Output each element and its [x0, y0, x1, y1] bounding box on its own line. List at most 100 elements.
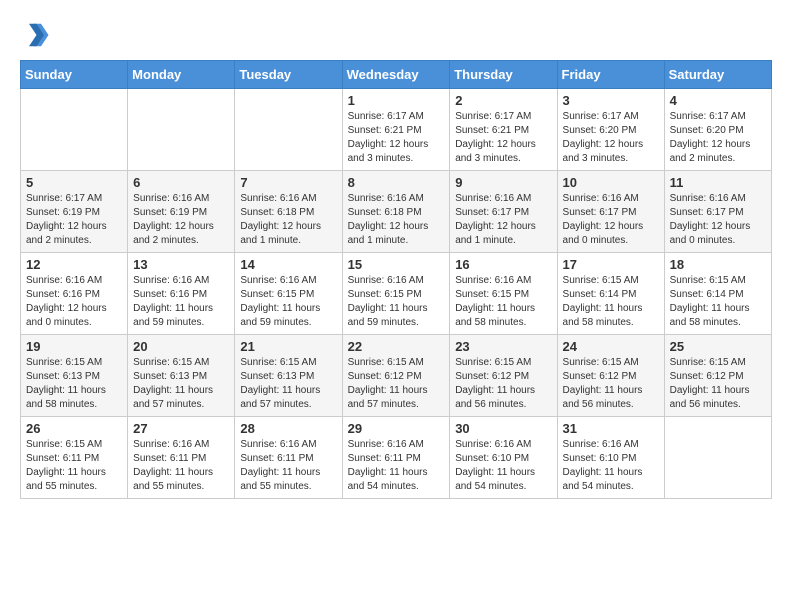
calendar-cell: 20 Sunrise: 6:15 AM Sunset: 6:13 PM Dayli…	[128, 335, 235, 417]
calendar-cell: 12Sunrise: 6:16 AM Sunset: 6:16 PM Dayli…	[21, 253, 128, 335]
calendar-cell: 21Sunrise: 6:15 AM Sunset: 6:13 PM Dayli…	[235, 335, 342, 417]
calendar-cell: 11 Sunrise: 6:16 AM Sunset: 6:17 PM Dayli…	[664, 171, 771, 253]
day-number: 28	[240, 421, 336, 436]
weekday-header: Saturday	[664, 61, 771, 89]
day-info: Sunrise: 6:15 AM Sunset: 6:12 PM Dayligh…	[455, 356, 551, 412]
calendar-week: 1Sunrise: 6:17 AM Sunset: 6:21 PM Daylig…	[21, 89, 772, 171]
day-info: Sunrise: 6:16 AM Sunset: 6:17 PM Dayligh…	[670, 192, 766, 248]
day-info: Sunrise: 6:17 AM Sunset: 6:21 PM Dayligh…	[348, 110, 445, 166]
calendar-cell: 26Sunrise: 6:15 AM Sunset: 6:11 PM Dayli…	[21, 417, 128, 499]
calendar: SundayMondayTuesdayWednesdayThursdayFrid…	[20, 60, 772, 499]
calendar-cell: 4 Sunrise: 6:17 AM Sunset: 6:20 PM Daylig…	[664, 89, 771, 171]
page-header	[20, 20, 772, 50]
calendar-cell: 22 Sunrise: 6:15 AM Sunset: 6:12 PM Dayli…	[342, 335, 450, 417]
calendar-cell	[235, 89, 342, 171]
weekday-header: Monday	[128, 61, 235, 89]
calendar-cell: 28 Sunrise: 6:16 AM Sunset: 6:11 PM Dayli…	[235, 417, 342, 499]
day-number: 3	[563, 93, 659, 108]
day-number: 6	[133, 175, 229, 190]
logo-icon	[20, 20, 50, 50]
calendar-week: 12Sunrise: 6:16 AM Sunset: 6:16 PM Dayli…	[21, 253, 772, 335]
day-number: 21	[240, 339, 336, 354]
day-number: 22	[348, 339, 445, 354]
day-info: Sunrise: 6:16 AM Sunset: 6:15 PM Dayligh…	[348, 274, 445, 330]
day-number: 20	[133, 339, 229, 354]
day-info: Sunrise: 6:16 AM Sunset: 6:10 PM Dayligh…	[455, 438, 551, 494]
day-info: Sunrise: 6:15 AM Sunset: 6:12 PM Dayligh…	[563, 356, 659, 412]
day-info: Sunrise: 6:15 AM Sunset: 6:12 PM Dayligh…	[348, 356, 445, 412]
day-number: 19	[26, 339, 122, 354]
calendar-cell: 30 Sunrise: 6:16 AM Sunset: 6:10 PM Dayli…	[450, 417, 557, 499]
day-info: Sunrise: 6:17 AM Sunset: 6:19 PM Dayligh…	[26, 192, 122, 248]
calendar-cell: 15 Sunrise: 6:16 AM Sunset: 6:15 PM Dayli…	[342, 253, 450, 335]
calendar-cell	[664, 417, 771, 499]
day-number: 13	[133, 257, 229, 272]
day-number: 16	[455, 257, 551, 272]
day-info: Sunrise: 6:16 AM Sunset: 6:18 PM Dayligh…	[348, 192, 445, 248]
day-info: Sunrise: 6:17 AM Sunset: 6:20 PM Dayligh…	[670, 110, 766, 166]
day-number: 23	[455, 339, 551, 354]
calendar-cell: 27 Sunrise: 6:16 AM Sunset: 6:11 PM Dayli…	[128, 417, 235, 499]
calendar-cell: 17 Sunrise: 6:15 AM Sunset: 6:14 PM Dayli…	[557, 253, 664, 335]
day-number: 9	[455, 175, 551, 190]
day-number: 2	[455, 93, 551, 108]
day-number: 11	[670, 175, 766, 190]
day-number: 18	[670, 257, 766, 272]
calendar-cell: 8 Sunrise: 6:16 AM Sunset: 6:18 PM Daylig…	[342, 171, 450, 253]
day-number: 15	[348, 257, 445, 272]
day-number: 10	[563, 175, 659, 190]
calendar-cell: 13 Sunrise: 6:16 AM Sunset: 6:16 PM Dayli…	[128, 253, 235, 335]
calendar-cell: 16 Sunrise: 6:16 AM Sunset: 6:15 PM Dayli…	[450, 253, 557, 335]
day-number: 4	[670, 93, 766, 108]
calendar-cell: 6Sunrise: 6:16 AM Sunset: 6:19 PM Daylig…	[128, 171, 235, 253]
day-info: Sunrise: 6:16 AM Sunset: 6:18 PM Dayligh…	[240, 192, 336, 248]
day-number: 29	[348, 421, 445, 436]
logo	[20, 20, 54, 50]
day-info: Sunrise: 6:16 AM Sunset: 6:15 PM Dayligh…	[455, 274, 551, 330]
day-info: Sunrise: 6:16 AM Sunset: 6:11 PM Dayligh…	[133, 438, 229, 494]
day-info: Sunrise: 6:16 AM Sunset: 6:16 PM Dayligh…	[26, 274, 122, 330]
calendar-week: 5Sunrise: 6:17 AM Sunset: 6:19 PM Daylig…	[21, 171, 772, 253]
weekday-header: Tuesday	[235, 61, 342, 89]
day-info: Sunrise: 6:15 AM Sunset: 6:14 PM Dayligh…	[563, 274, 659, 330]
calendar-cell: 25 Sunrise: 6:15 AM Sunset: 6:12 PM Dayli…	[664, 335, 771, 417]
weekday-header-row: SundayMondayTuesdayWednesdayThursdayFrid…	[21, 61, 772, 89]
day-number: 31	[563, 421, 659, 436]
calendar-cell: 31 Sunrise: 6:16 AM Sunset: 6:10 PM Dayli…	[557, 417, 664, 499]
calendar-cell: 2 Sunrise: 6:17 AM Sunset: 6:21 PM Daylig…	[450, 89, 557, 171]
calendar-body: 1Sunrise: 6:17 AM Sunset: 6:21 PM Daylig…	[21, 89, 772, 499]
calendar-cell: 10 Sunrise: 6:16 AM Sunset: 6:17 PM Dayli…	[557, 171, 664, 253]
day-info: Sunrise: 6:17 AM Sunset: 6:21 PM Dayligh…	[455, 110, 551, 166]
day-number: 17	[563, 257, 659, 272]
day-number: 25	[670, 339, 766, 354]
calendar-cell: 14Sunrise: 6:16 AM Sunset: 6:15 PM Dayli…	[235, 253, 342, 335]
calendar-cell: 7 Sunrise: 6:16 AM Sunset: 6:18 PM Daylig…	[235, 171, 342, 253]
day-info: Sunrise: 6:16 AM Sunset: 6:11 PM Dayligh…	[348, 438, 445, 494]
calendar-cell: 1Sunrise: 6:17 AM Sunset: 6:21 PM Daylig…	[342, 89, 450, 171]
day-info: Sunrise: 6:15 AM Sunset: 6:12 PM Dayligh…	[670, 356, 766, 412]
day-info: Sunrise: 6:16 AM Sunset: 6:17 PM Dayligh…	[563, 192, 659, 248]
day-info: Sunrise: 6:16 AM Sunset: 6:11 PM Dayligh…	[240, 438, 336, 494]
calendar-cell: 29 Sunrise: 6:16 AM Sunset: 6:11 PM Dayli…	[342, 417, 450, 499]
day-info: Sunrise: 6:17 AM Sunset: 6:20 PM Dayligh…	[563, 110, 659, 166]
day-number: 8	[348, 175, 445, 190]
weekday-header: Sunday	[21, 61, 128, 89]
day-number: 30	[455, 421, 551, 436]
day-info: Sunrise: 6:16 AM Sunset: 6:15 PM Dayligh…	[240, 274, 336, 330]
day-info: Sunrise: 6:16 AM Sunset: 6:16 PM Dayligh…	[133, 274, 229, 330]
calendar-cell: 9Sunrise: 6:16 AM Sunset: 6:17 PM Daylig…	[450, 171, 557, 253]
day-number: 26	[26, 421, 122, 436]
day-number: 27	[133, 421, 229, 436]
weekday-header: Thursday	[450, 61, 557, 89]
day-number: 24	[563, 339, 659, 354]
calendar-cell: 3 Sunrise: 6:17 AM Sunset: 6:20 PM Daylig…	[557, 89, 664, 171]
day-info: Sunrise: 6:15 AM Sunset: 6:13 PM Dayligh…	[133, 356, 229, 412]
day-info: Sunrise: 6:15 AM Sunset: 6:14 PM Dayligh…	[670, 274, 766, 330]
calendar-cell	[128, 89, 235, 171]
day-info: Sunrise: 6:16 AM Sunset: 6:10 PM Dayligh…	[563, 438, 659, 494]
weekday-header: Friday	[557, 61, 664, 89]
day-info: Sunrise: 6:15 AM Sunset: 6:13 PM Dayligh…	[26, 356, 122, 412]
day-number: 7	[240, 175, 336, 190]
calendar-cell: 19 Sunrise: 6:15 AM Sunset: 6:13 PM Dayli…	[21, 335, 128, 417]
calendar-week: 19 Sunrise: 6:15 AM Sunset: 6:13 PM Dayli…	[21, 335, 772, 417]
